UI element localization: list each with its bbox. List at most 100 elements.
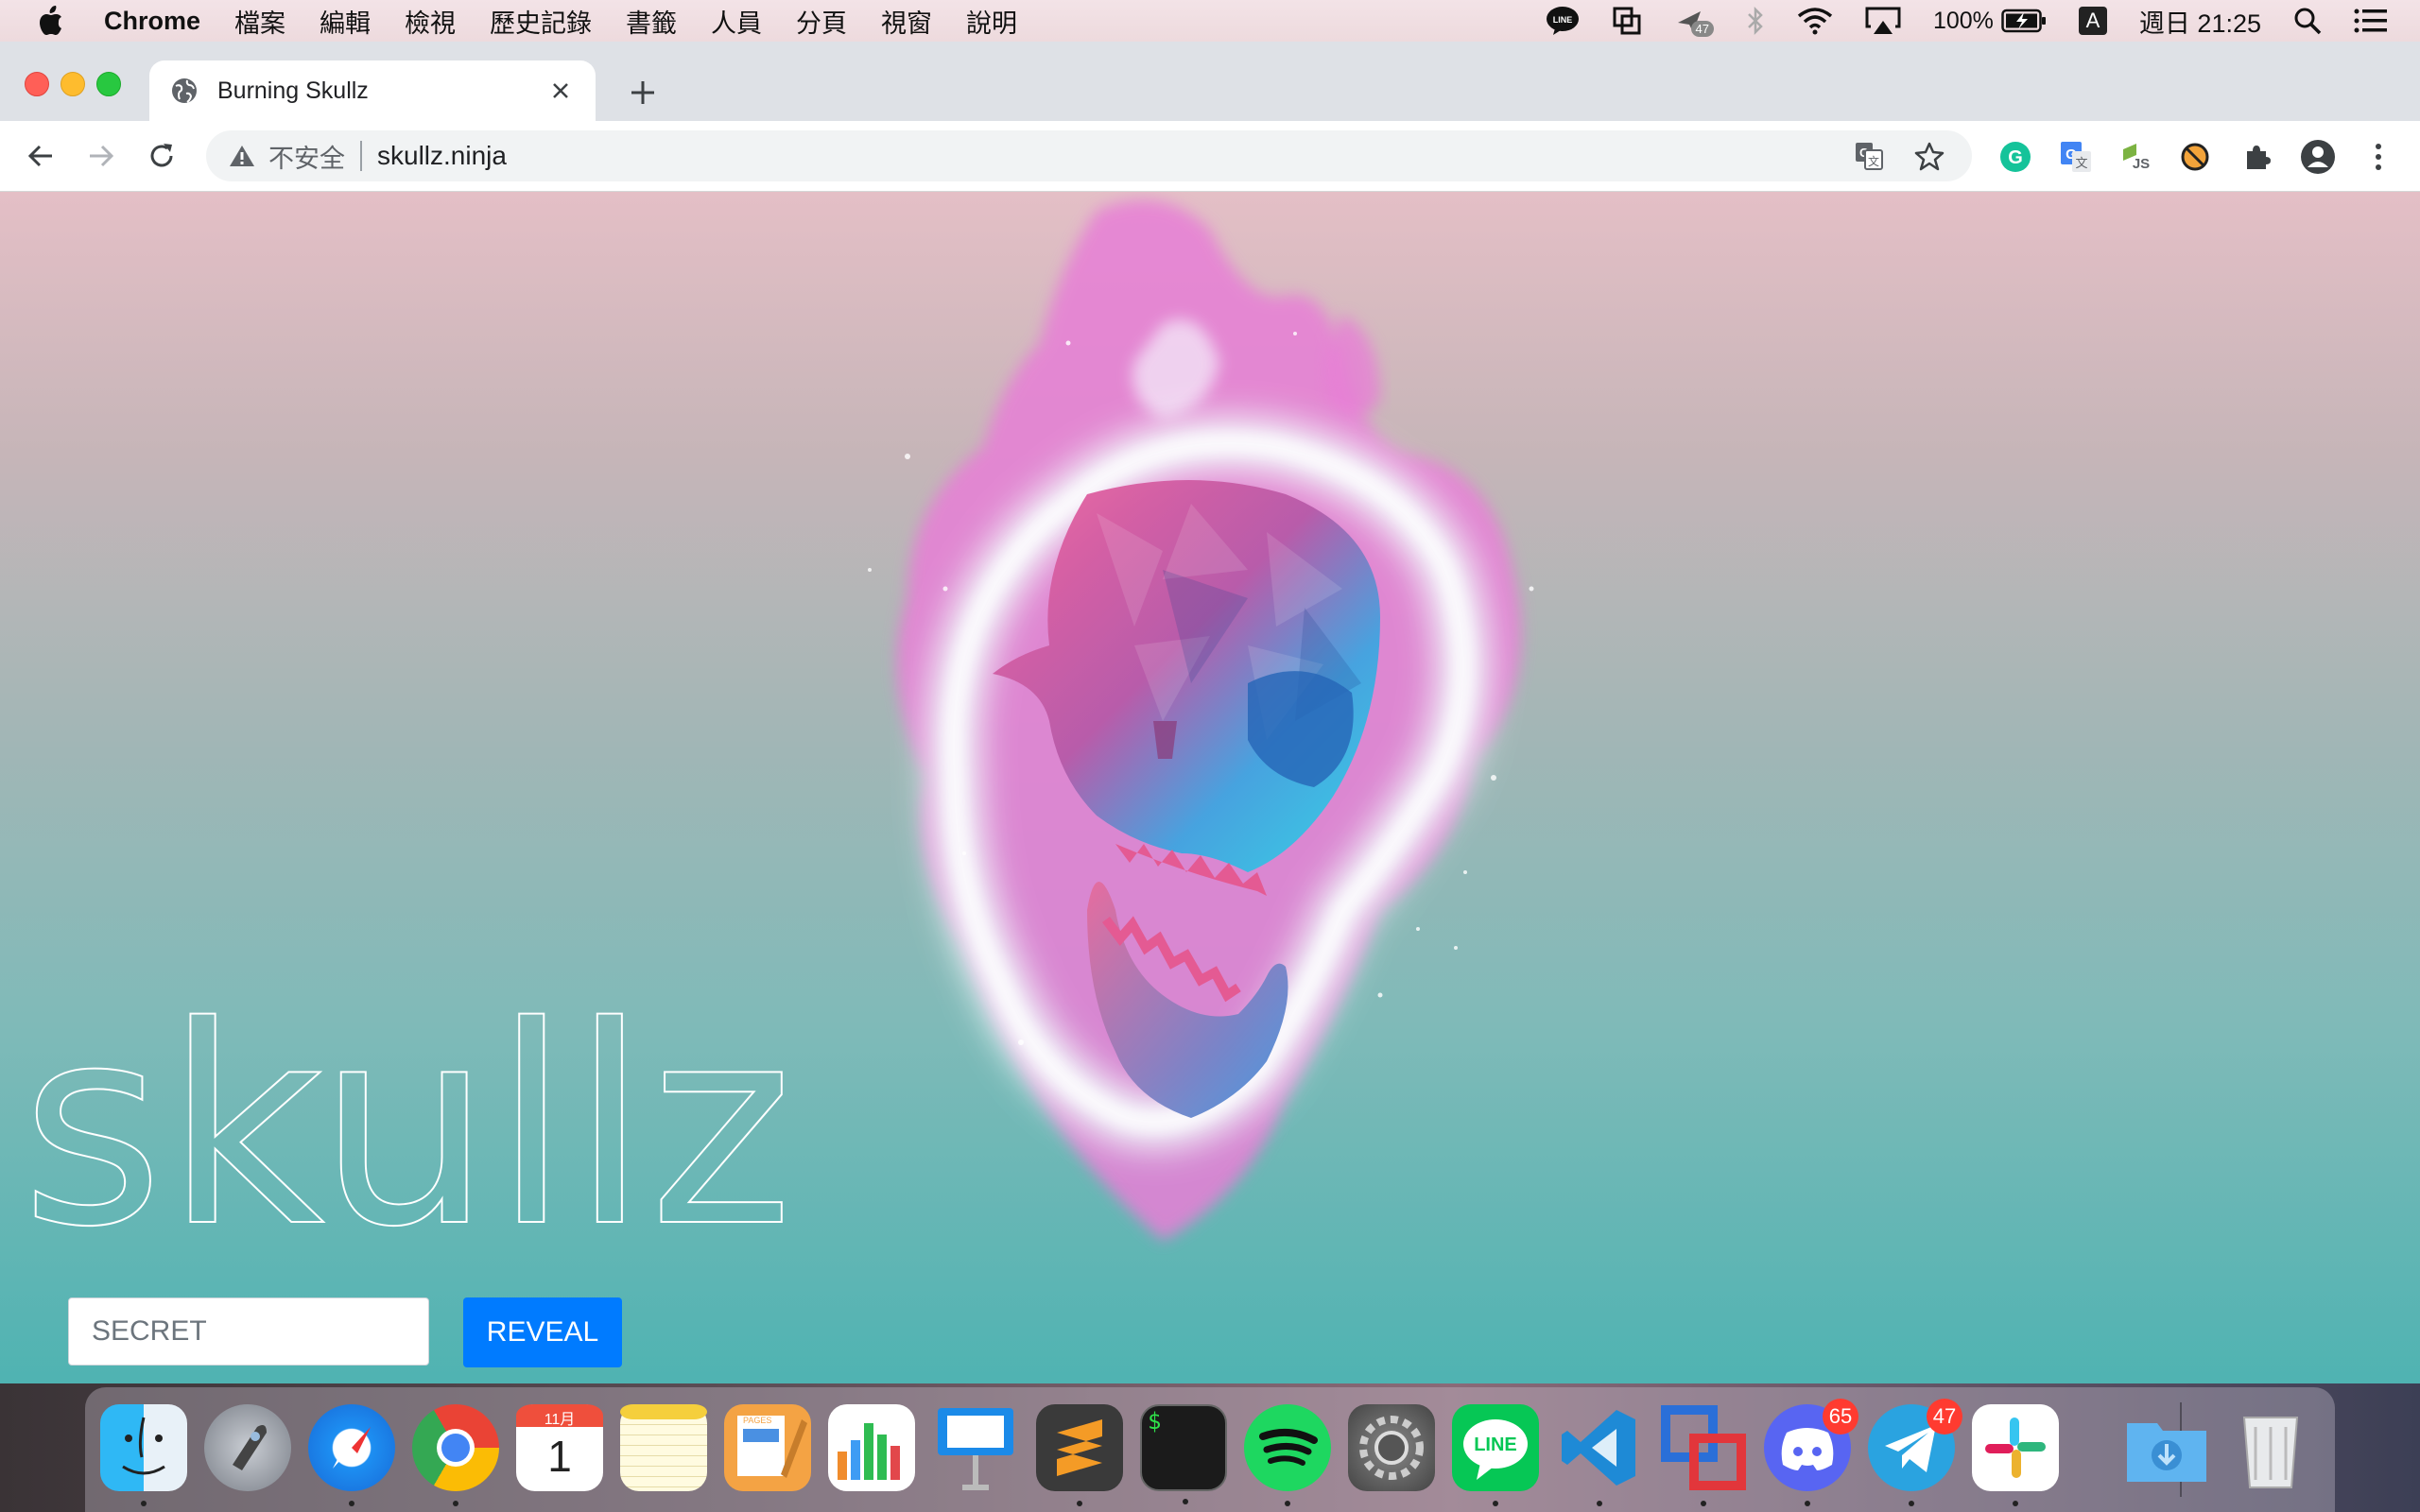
- battery-icon[interactable]: [2001, 9, 2047, 33]
- address-bar[interactable]: 不安全 skullz.ninja G文: [206, 130, 1972, 181]
- secret-input[interactable]: [68, 1297, 429, 1366]
- status-badge: 47: [1690, 20, 1714, 37]
- svg-text:文: 文: [2075, 156, 2087, 170]
- close-window-button[interactable]: [25, 72, 49, 96]
- dock-pages[interactable]: PAGES: [724, 1404, 811, 1491]
- running-indicator: [1285, 1501, 1290, 1506]
- back-button[interactable]: [23, 138, 59, 174]
- keynote-icon: [938, 1408, 1013, 1490]
- close-tab-icon[interactable]: [546, 77, 575, 105]
- discord-badge: 65: [1823, 1399, 1858, 1435]
- numbers-icon: [838, 1423, 900, 1480]
- new-tab-button[interactable]: [624, 74, 662, 112]
- security-label[interactable]: 不安全: [268, 138, 345, 175]
- dock: 11月 1 PAGES $ LINE 65 47: [85, 1387, 2335, 1512]
- javascript-toggle-extension-icon[interactable]: JS: [2118, 138, 2155, 176]
- grammarly-extension-icon[interactable]: G: [1996, 138, 2034, 176]
- blocker-extension-icon[interactable]: [2176, 138, 2214, 176]
- url-text[interactable]: skullz.ninja: [377, 141, 1851, 171]
- running-indicator: [1493, 1501, 1498, 1506]
- menu-app-name[interactable]: Chrome: [104, 7, 200, 36]
- screen-mirror-status-icon[interactable]: [1612, 6, 1642, 36]
- reveal-button[interactable]: REVEAL: [463, 1297, 622, 1367]
- burning-skull-artwork: [868, 199, 1534, 1241]
- running-indicator: [453, 1501, 458, 1506]
- notes-icon: [620, 1404, 707, 1419]
- menu-help[interactable]: 說明: [966, 3, 1017, 40]
- menu-tab[interactable]: 分頁: [796, 3, 847, 40]
- menu-window[interactable]: 視窗: [881, 3, 932, 40]
- dock-calendar[interactable]: 11月 1: [516, 1404, 603, 1491]
- dock-discord[interactable]: 65: [1764, 1399, 1858, 1506]
- dock-numbers[interactable]: [828, 1404, 915, 1491]
- chrome-menu-icon[interactable]: [2360, 138, 2397, 176]
- dock-downloads[interactable]: [2123, 1404, 2210, 1491]
- finder-icon: [122, 1417, 165, 1475]
- dock-chrome[interactable]: [412, 1404, 499, 1506]
- dock-vscode[interactable]: [1556, 1404, 1643, 1506]
- vscode-icon: [1562, 1410, 1635, 1486]
- menu-people[interactable]: 人員: [711, 3, 762, 40]
- dock-keynote[interactable]: [932, 1404, 1019, 1491]
- dock-safari[interactable]: [308, 1404, 395, 1506]
- running-indicator: [141, 1501, 147, 1506]
- dock-notes[interactable]: [620, 1404, 707, 1491]
- profile-avatar-icon[interactable]: [2299, 138, 2337, 176]
- dock-spotify[interactable]: [1244, 1404, 1331, 1506]
- spotify-icon: [1259, 1428, 1318, 1466]
- translate-page-icon[interactable]: G文: [1851, 138, 1887, 174]
- menu-view[interactable]: 檢視: [405, 3, 456, 40]
- menubar-clock[interactable]: 週日 21:25: [2139, 3, 2261, 40]
- dock-terminal[interactable]: $: [1140, 1404, 1227, 1504]
- tab-burning-skullz[interactable]: Burning Skullz: [149, 60, 596, 121]
- parallels-icon: [1661, 1405, 1746, 1490]
- notification-status-icon[interactable]: 47: [1674, 6, 1727, 37]
- running-indicator: [1597, 1501, 1602, 1506]
- dock-trash[interactable]: [2227, 1404, 2314, 1491]
- google-translate-extension-icon[interactable]: G文: [2057, 138, 2095, 176]
- wifi-icon[interactable]: [1797, 7, 1833, 35]
- running-indicator: [2013, 1501, 2018, 1506]
- calendar-day: 1: [547, 1432, 572, 1481]
- airplay-icon[interactable]: [1865, 6, 1901, 36]
- apple-menu-icon[interactable]: [36, 5, 68, 37]
- spotlight-search-icon[interactable]: [2293, 7, 2322, 35]
- menu-history[interactable]: 歷史記錄: [490, 3, 592, 40]
- sublime-icon: [1057, 1419, 1102, 1476]
- dock-sublime-text[interactable]: [1036, 1404, 1123, 1506]
- menu-bookmarks[interactable]: 書籤: [626, 3, 677, 40]
- battery-percent[interactable]: 100%: [1933, 8, 1994, 35]
- tab-title: Burning Skullz: [217, 77, 369, 104]
- warning-icon[interactable]: [229, 143, 255, 169]
- bluetooth-icon[interactable]: [1746, 6, 1765, 36]
- dock-system-preferences[interactable]: [1348, 1404, 1435, 1491]
- address-separator: [360, 141, 362, 171]
- notification-center-icon[interactable]: [2354, 8, 2388, 34]
- bookmark-star-icon[interactable]: [1911, 138, 1947, 174]
- extensions-puzzle-icon[interactable]: [2238, 138, 2276, 176]
- maximize-window-button[interactable]: [96, 72, 121, 96]
- line-label: LINE: [1474, 1435, 1517, 1455]
- menu-edit[interactable]: 編輯: [320, 3, 371, 40]
- dock-line[interactable]: LINE: [1452, 1404, 1539, 1506]
- minimize-window-button[interactable]: [60, 72, 85, 96]
- telegram-badge: 47: [1927, 1399, 1962, 1435]
- svg-text:文: 文: [1868, 154, 1879, 168]
- browser-window: Burning Skullz 不安全 skullz.ninja G文: [0, 42, 2420, 1383]
- system-preferences-icon: [1359, 1416, 1424, 1480]
- running-indicator: [1183, 1499, 1188, 1504]
- reload-button[interactable]: [144, 138, 180, 174]
- dock-launchpad[interactable]: [204, 1404, 291, 1491]
- page-viewport: skullz REVEAL: [0, 192, 2420, 1383]
- forward-button[interactable]: [83, 138, 119, 174]
- line-status-icon[interactable]: LINE: [1546, 6, 1580, 36]
- input-source-icon[interactable]: A: [2078, 7, 2107, 35]
- downloads-folder-icon: [2127, 1423, 2206, 1482]
- dock-telegram[interactable]: 47: [1868, 1399, 1962, 1506]
- dock-parallels[interactable]: [1660, 1404, 1747, 1506]
- dock-slack[interactable]: [1972, 1404, 2059, 1506]
- menu-file[interactable]: 檔案: [234, 3, 285, 40]
- chrome-icon: [437, 1429, 475, 1467]
- safari-icon: [333, 1427, 371, 1469]
- dock-finder[interactable]: [100, 1404, 187, 1506]
